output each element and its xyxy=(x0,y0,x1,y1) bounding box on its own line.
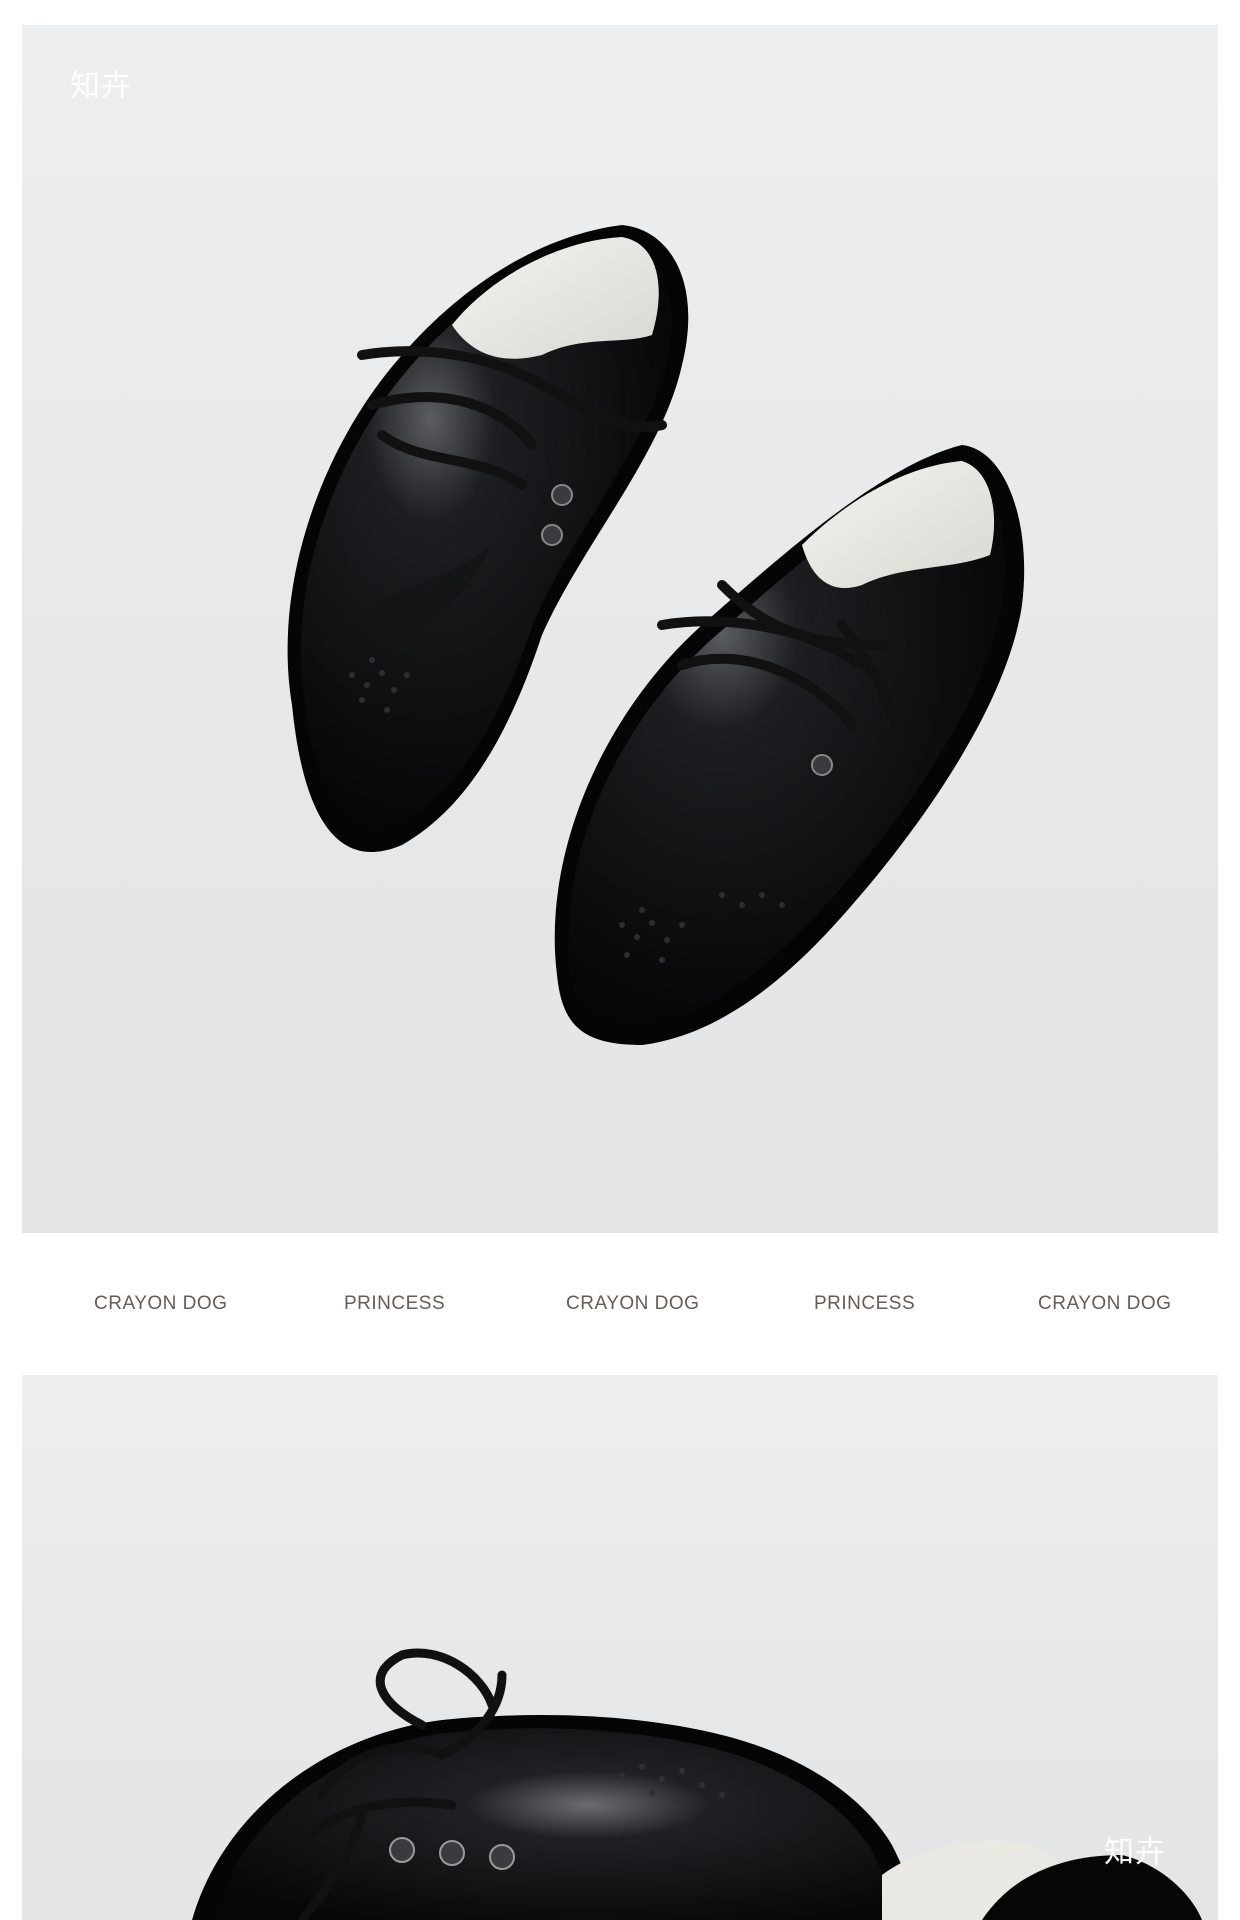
black-brogue-shoes-pair xyxy=(287,225,1025,1045)
product-photo-bottom: 知卉 xyxy=(22,1375,1218,1920)
right-shoe xyxy=(554,445,1025,1045)
brand-label: CRAYON DOG xyxy=(566,1293,700,1314)
product-photo-top: 知卉 xyxy=(22,25,1218,1233)
brand-label: CRAYON DOG xyxy=(94,1293,228,1314)
watermark-logo: 知卉 xyxy=(1104,1835,1166,1870)
watermark-logo: 知卉 xyxy=(70,69,132,104)
black-brogue-shoe-closeup xyxy=(192,1648,1202,1920)
brand-label: PRINCESS xyxy=(814,1293,916,1314)
closeup-shoe xyxy=(192,1648,1202,1920)
brand-label: CRAYON DOG xyxy=(1038,1293,1172,1314)
brand-label: PRINCESS xyxy=(344,1293,446,1314)
brand-strip: CRAYON DOG PRINCESS CRAYON DOG PRINCESS … xyxy=(22,1233,1218,1375)
